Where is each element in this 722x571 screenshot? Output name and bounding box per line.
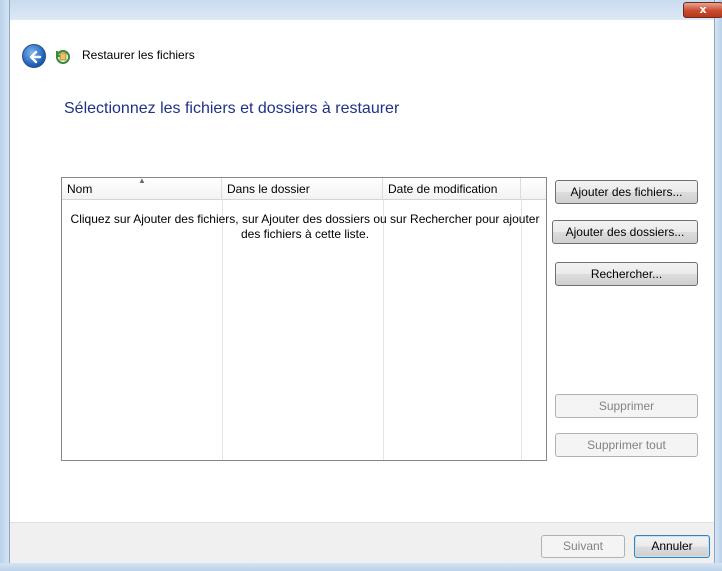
close-icon: x [699,3,707,16]
window-titlebar [0,0,722,20]
column-header-filler [521,178,546,200]
search-button[interactable]: Rechercher... [555,262,698,286]
column-header-folder[interactable]: Dans le dossier [222,178,383,200]
close-button[interactable]: x [683,2,722,18]
back-button[interactable] [22,44,46,68]
remove-button[interactable]: Supprimer [555,394,698,418]
empty-list-message: Cliquez sur Ajouter des fichiers, sur Aj… [70,212,540,241]
wizard-header: Restaurer les fichiers [10,36,714,74]
remove-all-button[interactable]: Supprimer tout [555,433,698,457]
column-header-date[interactable]: Date de modification [383,178,521,200]
window-frame-right [714,0,722,571]
list-header: ▲ Nom Dans le dossier Date de modificati… [62,176,546,200]
sort-ascending-icon: ▲ [138,176,146,185]
window-frame-left [0,0,10,571]
back-arrow-icon [29,50,42,64]
column-header-name[interactable]: ▲ Nom [62,176,222,200]
page-title: Sélectionnez les fichiers et dossiers à … [64,100,400,117]
window-frame-bottom [0,563,722,571]
window-title: Restaurer les fichiers [82,48,195,62]
next-button[interactable]: Suivant [541,535,625,558]
add-folders-button[interactable]: Ajouter des dossiers... [552,220,698,244]
cancel-button[interactable]: Annuler [634,535,710,558]
add-files-button[interactable]: Ajouter des fichiers... [555,180,698,204]
restore-files-icon [56,50,70,64]
file-list[interactable]: ▲ Nom Dans le dossier Date de modificati… [61,177,547,461]
